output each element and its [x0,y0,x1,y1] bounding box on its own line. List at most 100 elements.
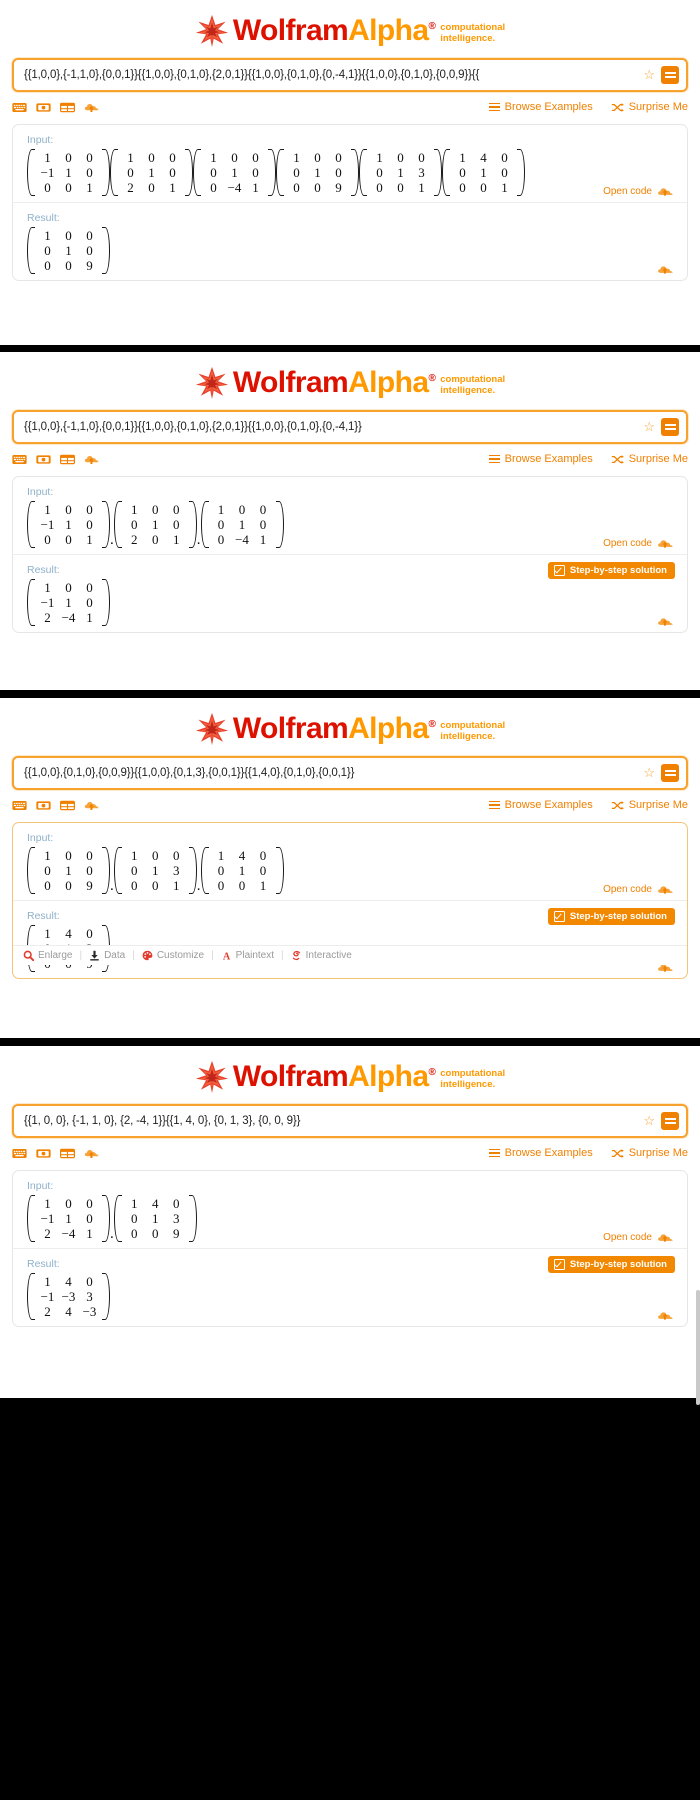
open-code-link[interactable]: Open code [603,884,673,895]
left-paren [27,1195,35,1242]
graphic-bar-customize[interactable]: Customize [142,950,204,961]
camera-icon[interactable] [36,799,51,812]
matrix-cell: 1 [44,502,51,517]
browse-examples-link[interactable]: Browse Examples [488,799,593,811]
tagline-line-2: intelligence. [440,33,496,44]
favorite-star-icon[interactable]: ☆ [637,765,661,781]
result-cloud-link[interactable] [657,1310,673,1321]
surprise-me-label: Surprise Me [628,1147,688,1159]
browse-examples-link[interactable]: Browse Examples [488,101,593,113]
surprise-me-link[interactable]: Surprise Me [611,453,688,465]
input-expression: 100010009.100013001.140010001 [27,847,673,894]
left-paren [193,149,201,196]
graphic-bar-enlarge[interactable]: Enlarge [23,950,72,961]
keyboard-icon[interactable] [12,101,27,114]
wolframalpha-logo[interactable]: WolframAlpha® computational intelligence. [0,0,700,58]
matrix-cell: 1 [480,165,487,180]
browse-examples-label: Browse Examples [504,101,593,113]
favorite-star-icon[interactable]: ☆ [637,67,661,83]
camera-icon[interactable] [36,101,51,114]
surprise-me-link[interactable]: Surprise Me [611,1147,688,1159]
search-bar[interactable]: {{1, 0, 0}, {-1, 1, 0}, {2, -4, 1}}{{1, … [12,1104,688,1138]
right-paren [102,847,110,894]
result-matrix: 1 0 0 −1 1 0 2 −4 1 [27,579,110,626]
search-input[interactable]: {{1,0,0},{-1,1,0},{0,0,1}}{{1,0,0},{0,1,… [14,421,637,433]
left-paren [110,149,118,196]
step-by-step-solution-button[interactable]: Step-by-step solution [547,562,675,579]
matrix-cell: 1 [152,1211,159,1226]
keyboard-icon[interactable] [12,799,27,812]
equals-submit-button[interactable] [661,764,679,782]
search-bar[interactable]: {{1,0,0},{0,1,0},{0,0,9}}{{1,0,0},{0,1,3… [12,756,688,790]
matrix-cell: 0 [217,863,225,878]
result-pod: Input: 1 0 0 −1 1 0 0 0 1 1 0 0 0 1 0 2 0 1 1 0 0 0 1 0 0 −4 1 1 0 0 0 1… [12,124,688,281]
wolframalpha-logo[interactable]: WolframAlpha® computational intelligence. [0,698,700,756]
table-icon[interactable] [60,453,75,466]
step-by-step-solution-button[interactable]: Step-by-step solution [547,908,675,925]
matrix-cell: 1 [65,165,72,180]
checkbox-icon [553,565,565,576]
result-cloud-link[interactable] [657,264,673,275]
browse-examples-link[interactable]: Browse Examples [488,1147,593,1159]
table-icon[interactable] [60,101,75,114]
matrix-cell: 1 [44,1196,51,1211]
matrix-cell: 0 [152,878,159,893]
keyboard-icon[interactable] [12,1147,27,1160]
logo-alpha: Alpha [348,712,429,745]
graphic-bar-interactive[interactable]: Interactive [291,950,352,961]
upload-icon[interactable] [84,799,99,812]
logo-wolfram: Wolfram [232,14,349,47]
camera-icon[interactable] [36,1147,51,1160]
table-icon[interactable] [60,799,75,812]
favorite-star-icon[interactable]: ☆ [637,1113,661,1129]
upload-icon[interactable] [84,453,99,466]
graphic-bar-data[interactable]: Data [89,950,125,961]
result-section: Result: Step-by-step solution 1 4 0 −1 −3 3 2 4 −3 [13,1248,687,1326]
matrix-cell: 3 [173,1211,180,1226]
matrix-cell: −4 [61,1226,76,1241]
matrix-cell: 0 [65,580,72,595]
matrix-cell: 1 [44,1274,51,1289]
surprise-me-link[interactable]: Surprise Me [611,799,688,811]
browse-examples-link[interactable]: Browse Examples [488,453,593,465]
result-cloud-link[interactable] [657,616,673,627]
tagline-line-1: computational [440,720,506,731]
search-bar[interactable]: {{1,0,0},{-1,1,0},{0,0,1}}{{1,0,0},{0,1,… [12,58,688,92]
equals-submit-button[interactable] [661,66,679,84]
search-input[interactable]: {{1,0,0},{0,1,0},{0,0,9}}{{1,0,0},{0,1,3… [14,767,637,779]
table-icon[interactable] [60,1147,75,1160]
graphic-bar-plaintext[interactable]: A Plaintext [221,950,274,961]
keyboard-icon[interactable] [12,453,27,466]
page-scrollbar[interactable] [696,1290,700,1405]
search-input[interactable]: {{1, 0, 0}, {-1, 1, 0}, {2, -4, 1}}{{1, … [14,1115,637,1127]
search-bar[interactable]: {{1,0,0},{-1,1,0},{0,0,1}}{{1,0,0},{0,1,… [12,410,688,444]
wolframalpha-logo[interactable]: WolframAlpha® computational intelligence. [0,352,700,410]
matrix-cell: 1 [314,165,321,180]
matrix-cell: 0 [86,165,93,180]
right-paren [351,149,359,196]
upload-icon[interactable] [84,101,99,114]
matrix-cell: 1 [231,165,238,180]
result-expression: 100010009 [27,227,673,274]
cloud-upload-icon [657,1310,673,1321]
upload-icon[interactable] [84,1147,99,1160]
matrix-cell: 0 [65,502,72,517]
open-code-link[interactable]: Open code [603,538,673,549]
panel-2: WolframAlpha® computational intelligence. {… [0,352,700,690]
surprise-me-link[interactable]: Surprise Me [611,101,688,113]
camera-icon[interactable] [36,453,51,466]
equals-submit-button[interactable] [661,1112,679,1130]
toolbar-links: Browse Examples Surprise Me [488,101,688,113]
equals-submit-button[interactable] [661,418,679,436]
browse-examples-label: Browse Examples [504,453,593,465]
step-by-step-solution-button[interactable]: Step-by-step solution [547,1256,675,1273]
wolframalpha-logo[interactable]: WolframAlpha® computational intelligence. [0,1046,700,1104]
open-code-link[interactable]: Open code [603,1232,673,1243]
open-code-link[interactable]: Open code [603,186,673,197]
input-matrix: 100010201 [113,501,197,548]
favorite-star-icon[interactable]: ☆ [637,419,661,435]
search-input[interactable]: {{1,0,0},{-1,1,0},{0,0,1}}{{1,0,0},{0,1,… [14,69,637,81]
matrix-cell: 1 [418,180,425,195]
input-toolbar: Browse Examples Surprise Me [12,99,688,115]
logo-trademark: ® [428,719,436,730]
